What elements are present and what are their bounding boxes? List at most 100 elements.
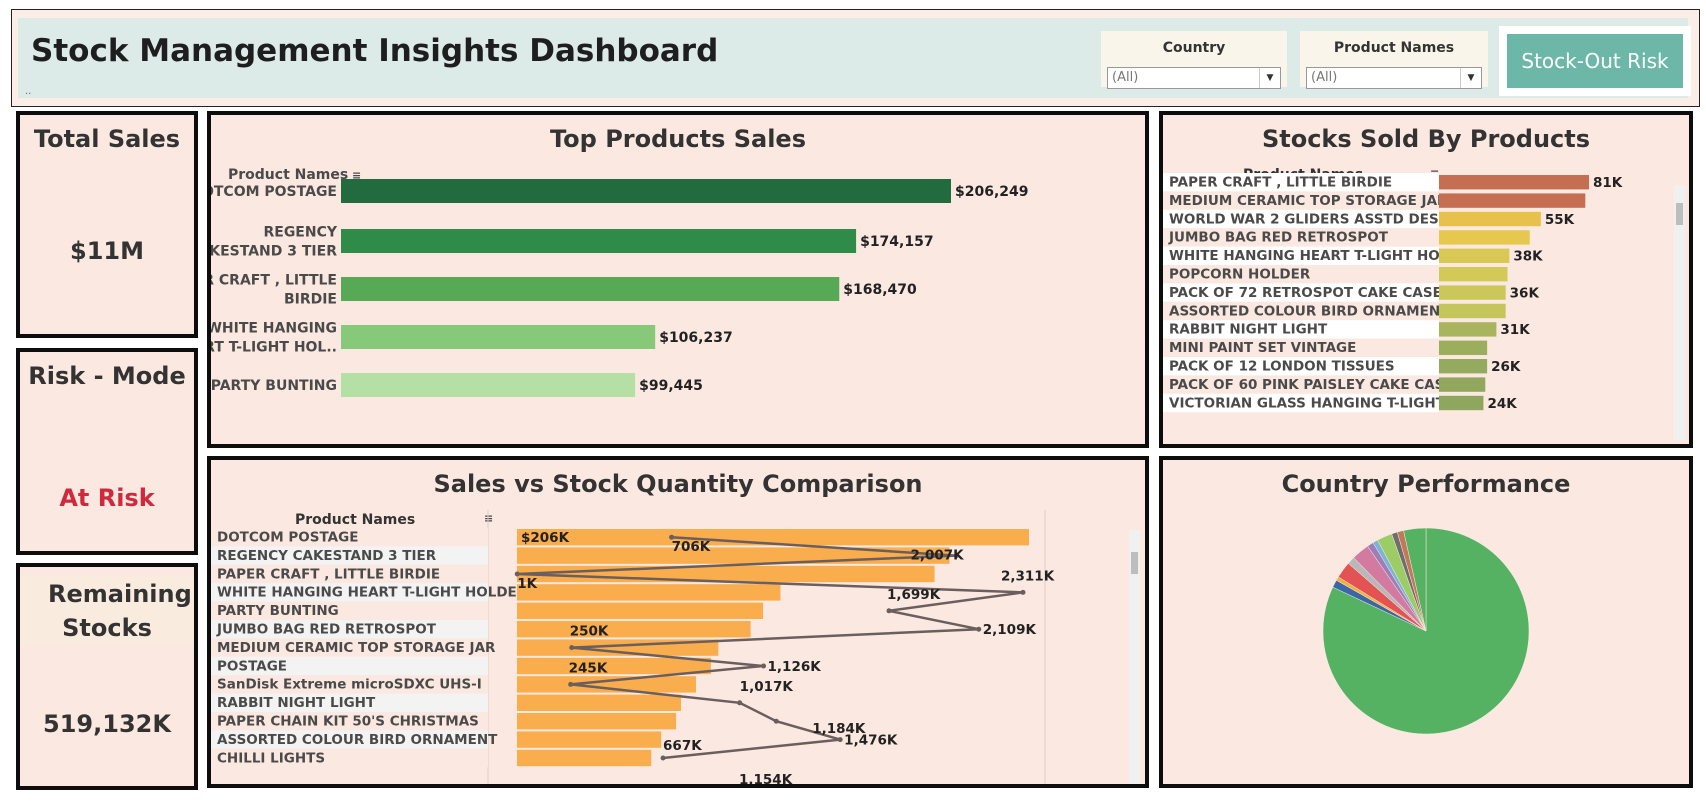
category-label: ASSORTED COLOUR BIRD ORNAMENT	[217, 732, 498, 748]
stock-point	[886, 608, 892, 614]
category-label: RABBIT NIGHT LIGHT	[1169, 322, 1328, 338]
stock-point	[761, 663, 767, 669]
stock-label: 1,476K	[844, 733, 898, 749]
data-label: 26K	[1491, 359, 1521, 375]
stock-point	[568, 681, 574, 687]
remaining-stocks-value: 519,132K	[43, 710, 171, 738]
stocks-sold-chart: PAPER CRAFT , LITTLE BIRDIE 81K MEDIUM CER…	[1163, 173, 1623, 413]
top-products-panel: Top Products Sales Product Names ≡ $206,…	[207, 111, 1149, 448]
category-label: JUMBO BAG RED RETROSPOT	[1168, 230, 1389, 246]
category-label: MEDIUM CERAMIC TOP STORAGE JAR	[217, 640, 496, 656]
category-label: WHITE HANGING	[211, 321, 337, 337]
country-filter-label: Country	[1162, 40, 1226, 56]
country-select[interactable]: (All) ▼	[1107, 67, 1281, 89]
product-names-filter: Product Names (All) ▼	[1300, 31, 1488, 89]
sales-vs-stock-scroll-thumb[interactable]	[1131, 552, 1138, 574]
stock-label-partial: 1,154K	[739, 772, 793, 784]
chevron-down-icon[interactable]: ▼	[1460, 68, 1481, 88]
category-label: RABBIT NIGHT LIGHT	[217, 695, 376, 711]
category-label: DOTCOM POSTAGE	[211, 184, 337, 200]
total-sales-label: Total Sales	[33, 125, 181, 153]
risk-mode-label: Risk - Mode	[28, 362, 186, 390]
category-label: BIRDIE	[284, 292, 337, 308]
bar-regency-cakestand-3-tier	[341, 229, 857, 253]
data-label: $99,445	[639, 378, 703, 394]
category-label: POPCORN HOLDER	[1169, 267, 1311, 283]
sales-bar-assorted-colour-bird-ornament	[517, 731, 662, 748]
bar-mini-paint-set-vintage	[1439, 340, 1488, 355]
category-label: SanDisk Extreme microSDXC UHS-I	[217, 677, 482, 693]
data-label: 24K	[1487, 396, 1517, 412]
bar-white-hanging-heart-t-light-holder	[1439, 248, 1510, 263]
country-performance-chart	[1322, 527, 1530, 735]
stockout-risk-button[interactable]: Stock-Out Risk	[1507, 34, 1683, 88]
risk-mode-card: Risk - Mode At Risk	[16, 348, 198, 555]
stock-label: 2,007K	[910, 548, 964, 564]
total-sales-card: Total Sales $11M	[16, 111, 198, 338]
total-sales-value: $11M	[70, 237, 144, 265]
data-label: 31K	[1500, 322, 1530, 338]
category-label: POSTAGE	[217, 658, 287, 674]
category-label: REGENCY CAKESTAND 3 TIER	[217, 548, 437, 564]
stock-point	[976, 626, 982, 632]
category-label: WHITE HANGING HEART T-LIGHT HOLDER	[1169, 248, 1480, 264]
category-label: MINI PAINT SET VINTAGE	[1169, 340, 1356, 356]
sales-vs-stock-panel: Sales vs Stock Quantity Comparison Produ…	[207, 456, 1149, 788]
category-label: CAKESTAND 3 TIER	[211, 244, 337, 260]
data-label: $168,470	[843, 282, 917, 298]
country-select-value: (All)	[1112, 70, 1139, 85]
bar-pack-of-60-pink-paisley-cake-cases	[1439, 377, 1486, 392]
bar-party-bunting	[341, 373, 636, 397]
stock-label: 1,699K	[887, 587, 941, 603]
stock-point	[660, 755, 666, 761]
data-label: $106,237	[659, 330, 733, 346]
data-label: $206,249	[955, 184, 1029, 200]
category-label: VICTORIAN GLASS HANGING T-LIGHT	[1169, 395, 1446, 411]
category-label: REGENCY	[263, 225, 337, 241]
stock-label: 2,311K	[1001, 568, 1055, 584]
data-label: 36K	[1510, 285, 1540, 301]
stock-point	[569, 645, 575, 651]
top-products-chart: $206,249 DOTCOM POSTAGE $174,157 REGENCY CAK…	[211, 179, 1029, 397]
data-label: 55K	[1545, 212, 1575, 228]
chevron-down-icon[interactable]: ▼	[1259, 68, 1280, 88]
category-label: PACK OF 12 LONDON TISSUES	[1169, 359, 1395, 375]
sales-bar-jumbo-bag-red-retrospot	[517, 621, 751, 638]
data-label: 81K	[1593, 175, 1623, 191]
category-label: WORLD WAR 2 GLIDERS ASSTD DESIGNS	[1169, 211, 1476, 227]
remaining-stocks-card: Remaining Stocks 519,132K	[16, 563, 198, 790]
sales-bar-paper-chain-kit-50-s-christmas	[517, 713, 677, 730]
bar-assorted-colour-bird-ornament	[1439, 303, 1506, 319]
category-label: PARTY BUNTING	[211, 378, 337, 394]
bar-medium-ceramic-top-storage-jar	[1439, 193, 1586, 208]
sales-label: $206K	[521, 530, 570, 546]
stock-label: 1K	[517, 576, 537, 592]
bar-pack-of-12-london-tissues	[1439, 359, 1488, 374]
category-label: HEART T-LIGHT HOL..	[211, 340, 337, 356]
bar-dotcom-postage	[341, 179, 951, 203]
stock-label: 667K	[663, 738, 702, 754]
sales-bar-postage	[517, 657, 711, 675]
stock-label: 1,017K	[740, 679, 794, 695]
data-label: $174,157	[860, 234, 934, 250]
category-label: DOTCOM POSTAGE	[217, 530, 358, 546]
category-label: ASSORTED COLOUR BIRD ORNAMENT	[1169, 303, 1450, 319]
stock-label: 250K	[570, 624, 609, 640]
sales-vs-stock-chart: DOTCOM POSTAGE $206K REGENCY CAKESTAND 3 T…	[211, 510, 1055, 784]
data-label: 38K	[1513, 249, 1543, 265]
bar-paper-craft-little-birdie	[1439, 175, 1589, 190]
category-label: PAPER CRAFT , LITTLE BIRDIE	[217, 566, 440, 582]
stocks-sold-panel: Stocks Sold By Products Product Names ≡ …	[1159, 111, 1693, 448]
sales-bar-sandisk-extreme-microsdxc-uhs-i	[517, 676, 696, 693]
sales-bar-paper-craft-little-birdie	[517, 565, 935, 583]
sales-bar-party-bunting	[517, 602, 764, 619]
category-label: CHILLI LIGHTS	[217, 750, 325, 766]
stocks-sold-scroll-thumb[interactable]	[1676, 203, 1683, 225]
sales-bar-chilli-lights	[517, 749, 652, 767]
product-names-select[interactable]: (All) ▼	[1306, 67, 1482, 89]
stock-point	[1020, 589, 1026, 595]
category-label: PACK OF 72 RETROSPOT CAKE CASES	[1169, 285, 1452, 301]
bar-rabbit-night-light	[1439, 322, 1497, 337]
stock-point	[737, 700, 743, 706]
category-label: PAPER CRAFT , LITTLE	[211, 273, 337, 289]
